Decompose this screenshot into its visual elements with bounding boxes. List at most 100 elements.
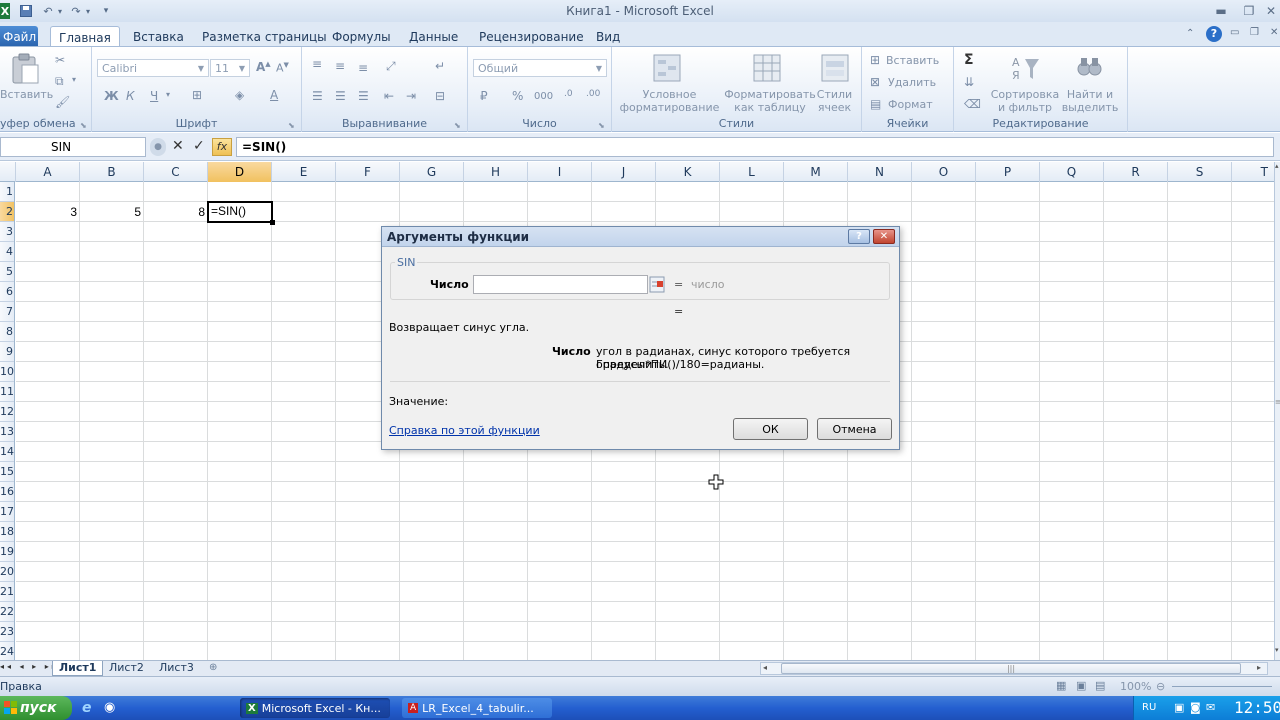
align-top-icon[interactable]: ≡ (312, 57, 322, 71)
align-right-icon[interactable]: ☰ (358, 89, 369, 103)
insert-cells-icon[interactable]: ⊞ (870, 53, 880, 67)
column-header-t[interactable]: T (1232, 162, 1274, 182)
insert-cells-label[interactable]: Вставить (886, 55, 939, 67)
number-format-combo[interactable]: Общий ▼ (473, 59, 607, 77)
tray-security-icon[interactable]: ✉ (1206, 701, 1215, 714)
conditional-formatting-label-2[interactable]: форматирование (612, 102, 727, 114)
column-header-c[interactable]: C (144, 162, 208, 182)
row-header[interactable]: 14 (0, 442, 14, 462)
close-icon[interactable]: ✕ (1262, 2, 1280, 20)
row-header[interactable]: 6 (0, 282, 14, 302)
dialog-help-button[interactable]: ? (848, 229, 870, 244)
delete-cells-label[interactable]: Удалить (888, 77, 936, 89)
scroll-down-icon[interactable]: ▾ (1275, 646, 1280, 658)
row-header[interactable]: 24 (0, 642, 14, 660)
row-header[interactable]: 3 (0, 222, 14, 242)
formula-input[interactable]: =SIN() (236, 137, 1274, 157)
zoom-level[interactable]: 100% (1120, 680, 1151, 693)
italic-button[interactable]: К (126, 89, 135, 103)
font-color-icon[interactable]: A (270, 88, 278, 102)
find-select-label-1[interactable]: Найти и (1054, 89, 1126, 101)
bold-button[interactable]: Ж (104, 89, 119, 103)
cancel-icon[interactable]: ✕ (172, 138, 184, 154)
conditional-formatting-label-1[interactable]: Условное (612, 89, 727, 101)
row-header[interactable]: 16 (0, 482, 14, 502)
format-painter-icon[interactable]: 🖌 (55, 95, 70, 109)
column-header-f[interactable]: F (336, 162, 400, 182)
format-as-table-icon[interactable] (752, 53, 782, 83)
format-as-table-label-2[interactable]: как таблицу (720, 102, 820, 114)
fill-color-icon[interactable]: ◈ (235, 88, 244, 102)
column-header-n[interactable]: N (848, 162, 912, 182)
scroll-thumb-icon[interactable]: ||| (781, 663, 1241, 674)
row-header[interactable]: 22 (0, 602, 14, 622)
copy-dropdown-icon[interactable]: ▾ (72, 75, 76, 84)
clock[interactable]: 12:50 (1234, 698, 1280, 717)
row-header[interactable]: 20 (0, 562, 14, 582)
cell-a2[interactable]: 3 (16, 202, 80, 222)
wrap-text-icon[interactable]: ↵ (435, 59, 445, 73)
tab-page-layout[interactable]: Разметка страницы (194, 26, 335, 47)
zoom-out-icon[interactable]: ⊖ (1156, 680, 1165, 693)
copy-icon[interactable]: ⧉ (55, 74, 64, 89)
column-header-g[interactable]: G (400, 162, 464, 182)
scroll-up-icon[interactable]: ▴ (1275, 162, 1280, 174)
format-cells-label[interactable]: Формат (888, 99, 933, 111)
name-box-dropdown-icon[interactable]: ● (150, 138, 166, 156)
sort-filter-label-1[interactable]: Сортировка (988, 89, 1062, 101)
row-header[interactable]: 17 (0, 502, 14, 522)
currency-icon[interactable]: ₽ (480, 89, 488, 103)
name-box[interactable]: SIN (0, 137, 146, 157)
row-header[interactable]: 12 (0, 402, 14, 422)
doc-close-icon[interactable]: ✕ (1270, 27, 1278, 38)
merge-center-icon[interactable]: ⊟ (435, 89, 445, 103)
maximize-icon[interactable]: ❐ (1236, 2, 1262, 20)
function-icon[interactable]: fx (212, 138, 232, 156)
task-pdf[interactable]: A LR_Excel_4_tabulir... (402, 698, 552, 718)
align-center-icon[interactable]: ☰ (335, 89, 346, 103)
sort-filter-icon[interactable]: АЯ (1010, 53, 1040, 83)
fill-icon[interactable]: ⇊ (964, 75, 974, 89)
tab-home[interactable]: Главная (50, 26, 120, 48)
paste-button-label[interactable]: Вставить (0, 89, 53, 101)
task-excel[interactable]: X Microsoft Excel - Кн... (240, 698, 390, 718)
cell-c2[interactable]: 8 (144, 202, 208, 222)
number-launcher-icon[interactable]: ⬊ (598, 121, 605, 130)
enter-icon[interactable]: ✓ (193, 138, 205, 154)
row-header[interactable]: 4 (0, 242, 14, 262)
decrease-indent-icon[interactable]: ⇤ (384, 89, 394, 103)
ribbon-minimize-icon[interactable]: ⌃ (1186, 28, 1194, 39)
row-header[interactable]: 11 (0, 382, 14, 402)
row-header[interactable]: 13 (0, 422, 14, 442)
font-launcher-icon[interactable]: ⬊ (288, 121, 295, 130)
find-select-label-2[interactable]: выделить (1054, 102, 1126, 114)
doc-restore-icon[interactable]: ❐ (1250, 27, 1259, 38)
borders-icon[interactable]: ⊞ (192, 88, 202, 102)
row-header[interactable]: 5 (0, 262, 14, 282)
increase-indent-icon[interactable]: ⇥ (406, 89, 416, 103)
column-header-e[interactable]: E (272, 162, 336, 182)
ie-icon[interactable]: e (82, 700, 92, 716)
sort-filter-label-2[interactable]: и фильтр (988, 102, 1062, 114)
row-header[interactable]: 7 (0, 302, 14, 322)
alignment-launcher-icon[interactable]: ⬊ (454, 121, 461, 130)
argument-input[interactable] (473, 275, 648, 294)
tab-view[interactable]: Вид (588, 26, 628, 47)
column-header-s[interactable]: S (1168, 162, 1232, 182)
align-left-icon[interactable]: ☰ (312, 89, 323, 103)
column-header-r[interactable]: R (1104, 162, 1168, 182)
row-header[interactable]: 15 (0, 462, 14, 482)
grow-font-icon[interactable]: A▲ (256, 60, 271, 74)
column-header-l[interactable]: L (720, 162, 784, 182)
column-header-b[interactable]: B (80, 162, 144, 182)
column-header-m[interactable]: M (784, 162, 848, 182)
row-header[interactable]: 1 (0, 182, 14, 202)
row-header[interactable]: 19 (0, 542, 14, 562)
font-name-combo[interactable]: Calibri ▼ (97, 59, 209, 77)
row-header[interactable]: 8 (0, 322, 14, 342)
column-header-i[interactable]: I (528, 162, 592, 182)
scroll-thumb-icon[interactable]: ≡ (1275, 398, 1280, 410)
align-middle-icon[interactable]: ≡ (335, 59, 345, 73)
normal-view-icon[interactable]: ▦ (1056, 679, 1066, 692)
delete-cells-icon[interactable]: ⊠ (870, 75, 880, 89)
